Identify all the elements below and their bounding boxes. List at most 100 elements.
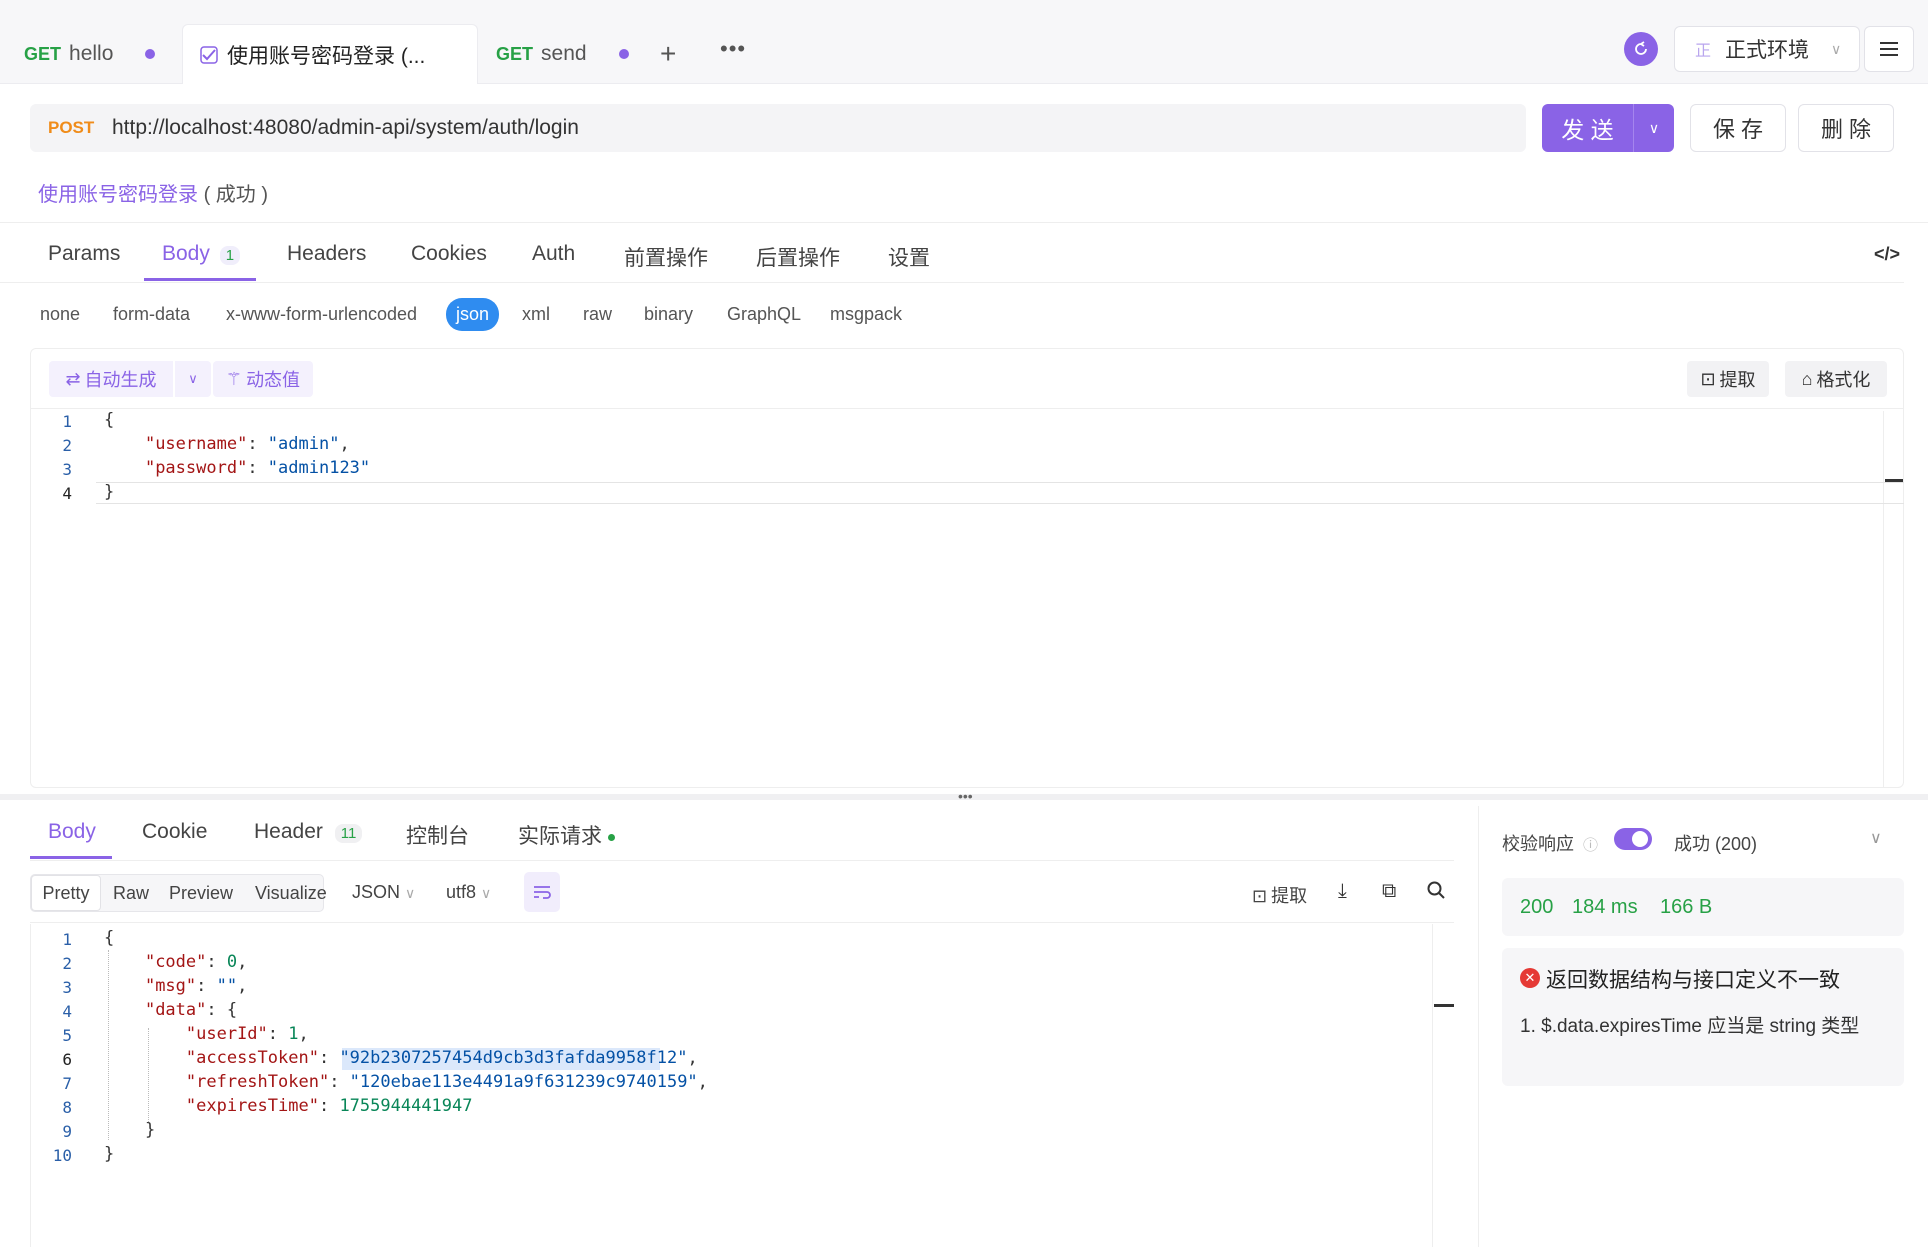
body-type-graphql[interactable]: GraphQL <box>727 304 801 325</box>
tab-pre-ops[interactable]: 前置操作 <box>624 242 708 272</box>
code-line: "password": "admin123" <box>144 458 371 478</box>
tab-login[interactable]: 使用账号密码登录 (... <box>182 24 478 84</box>
view-preview[interactable]: Preview <box>169 883 233 904</box>
copy-icon[interactable]: ⧉ <box>1382 880 1396 903</box>
tab-settings[interactable]: 设置 <box>888 242 930 272</box>
api-status: ( 成功 ) <box>203 184 268 206</box>
dynamic-value-label: 动态值 <box>246 370 301 390</box>
line-number: 4 <box>62 1002 72 1021</box>
validate-toggle[interactable] <box>1614 828 1652 850</box>
line-number: 2 <box>62 436 72 455</box>
body-type-raw[interactable]: raw <box>583 304 612 325</box>
sync-icon[interactable] <box>1624 32 1658 66</box>
line-number: 10 <box>52 1146 72 1165</box>
divider <box>0 282 1904 283</box>
send-button[interactable]: 发 送 ∨ <box>1542 104 1674 152</box>
auto-generate-dropdown-icon[interactable]: ∨ <box>175 361 211 397</box>
resp-tab-body[interactable]: Body <box>48 820 96 844</box>
code-line: "msg": "", <box>144 976 248 996</box>
save-response-icon[interactable]: ⤓ <box>1338 880 1347 903</box>
wrap-lines-icon[interactable] <box>524 872 560 912</box>
body-type-form-data[interactable]: form-data <box>113 304 190 325</box>
request-editor[interactable]: ⇄ 自动生成 ∨ ⚚ 动态值 ⊡ 提取 ⌂ 格式化 <box>30 348 1904 788</box>
send-dropdown-icon[interactable]: ∨ <box>1634 104 1674 152</box>
tab-get-hello[interactable]: GET hello <box>24 24 174 84</box>
resp-tab-header[interactable]: Header 11 <box>254 820 363 844</box>
more-tabs-icon[interactable]: ••• <box>720 36 746 62</box>
magic-wand-icon: ⚚ <box>225 368 243 389</box>
response-stats: 200 184 ms 166 B <box>1502 878 1904 936</box>
format-button[interactable]: ⌂ 格式化 <box>1785 361 1887 397</box>
line-number: 1 <box>62 930 72 949</box>
code-line: } <box>104 1120 156 1140</box>
tab-bar: GET hello 使用账号密码登录 (... GET send + ••• 正… <box>0 0 1928 84</box>
tab-cookies[interactable]: Cookies <box>411 242 487 266</box>
extract-icon: ⊡ <box>1252 886 1268 906</box>
body-type-urlencoded[interactable]: x-www-form-urlencoded <box>226 304 417 325</box>
send-label[interactable]: 发 送 <box>1542 104 1634 152</box>
tab-post-ops[interactable]: 后置操作 <box>756 242 840 272</box>
line-number: 3 <box>62 460 72 479</box>
splitter-handle-icon[interactable]: ••• <box>958 788 973 804</box>
resp-tab-cookie[interactable]: Cookie <box>142 820 207 844</box>
body-type-xml[interactable]: xml <box>522 304 550 325</box>
resp-extract-button[interactable]: ⊡ 提取 <box>1252 882 1307 908</box>
code-line: "expiresTime": 1755944441947 <box>185 1096 473 1116</box>
extract-label: 提取 <box>1719 370 1756 390</box>
body-type-msgpack[interactable]: msgpack <box>830 304 902 325</box>
body-type-json[interactable]: json <box>446 298 500 331</box>
tab-body-label: Body <box>162 242 210 265</box>
resp-tab-console[interactable]: 控制台 <box>406 820 469 850</box>
error-icon: ✕ <box>1520 968 1540 988</box>
view-mode-group: Pretty Raw Preview Visualize <box>30 874 327 912</box>
tab-headers[interactable]: Headers <box>287 242 366 266</box>
code-line: "accessToken": "92b2307257454d9cb3d3fafd… <box>185 1048 698 1068</box>
scrollbar-thumb[interactable] <box>1434 1004 1454 1007</box>
help-icon: ⓘ <box>1583 837 1599 854</box>
line-number: 2 <box>62 954 72 973</box>
body-type-binary[interactable]: binary <box>644 304 693 325</box>
tab-auth[interactable]: Auth <box>532 242 575 266</box>
api-name-link[interactable]: 使用账号密码登录 <box>38 184 198 206</box>
body-type-none[interactable]: none <box>40 304 80 325</box>
code-line: } <box>104 1144 115 1164</box>
scrollbar-track[interactable] <box>1432 924 1433 1247</box>
code-line: } <box>104 482 115 502</box>
line-number: 3 <box>62 978 72 997</box>
validate-result-select[interactable]: 成功 (200) <box>1674 830 1757 856</box>
view-pretty[interactable]: Pretty <box>31 875 101 911</box>
unsaved-dot <box>145 49 156 59</box>
format-icon: ⌂ <box>1801 368 1813 389</box>
add-tab-icon[interactable]: + <box>660 38 676 70</box>
save-button[interactable]: 保 存 <box>1690 104 1786 152</box>
code-view-icon[interactable]: </> <box>1874 244 1900 265</box>
resp-tab-actual-label: 实际请求 <box>518 825 602 848</box>
resp-tab-actual-request[interactable]: 实际请求 <box>518 820 615 850</box>
format-select[interactable]: JSON ∨ <box>352 882 415 903</box>
response-size: 166 B <box>1660 896 1713 918</box>
active-tab-underline <box>30 856 112 859</box>
env-select[interactable]: 正 正式环境 ∨ <box>1674 26 1860 72</box>
auto-generate-button[interactable]: ⇄ 自动生成 <box>49 361 173 397</box>
view-raw[interactable]: Raw <box>113 883 149 904</box>
validate-label: 校验响应 ⓘ <box>1502 834 1599 854</box>
extract-button[interactable]: ⊡ 提取 <box>1687 361 1769 397</box>
url-input[interactable]: http://localhost:48080/admin-api/system/… <box>112 116 579 140</box>
request-method[interactable]: POST <box>48 118 94 138</box>
response-time: 184 ms <box>1572 896 1638 918</box>
url-bar[interactable]: POST http://localhost:48080/admin-api/sy… <box>30 104 1526 152</box>
tab-body[interactable]: Body 1 <box>162 242 241 266</box>
panel-divider <box>1478 806 1479 1247</box>
menu-icon[interactable] <box>1864 26 1914 72</box>
dynamic-value-button[interactable]: ⚚ 动态值 <box>213 361 313 397</box>
delete-button[interactable]: 删 除 <box>1798 104 1894 152</box>
divider <box>30 922 1454 923</box>
chevron-down-icon[interactable]: ∨ <box>1870 828 1882 848</box>
tab-params[interactable]: Params <box>48 242 120 266</box>
view-visualize[interactable]: Visualize <box>255 883 327 904</box>
search-icon[interactable] <box>1426 880 1446 905</box>
tab-get-send[interactable]: GET send <box>496 24 632 84</box>
scrollbar-track[interactable] <box>1883 411 1884 787</box>
encoding-select[interactable]: utf8 ∨ <box>446 882 491 903</box>
line-number: 9 <box>62 1122 72 1141</box>
